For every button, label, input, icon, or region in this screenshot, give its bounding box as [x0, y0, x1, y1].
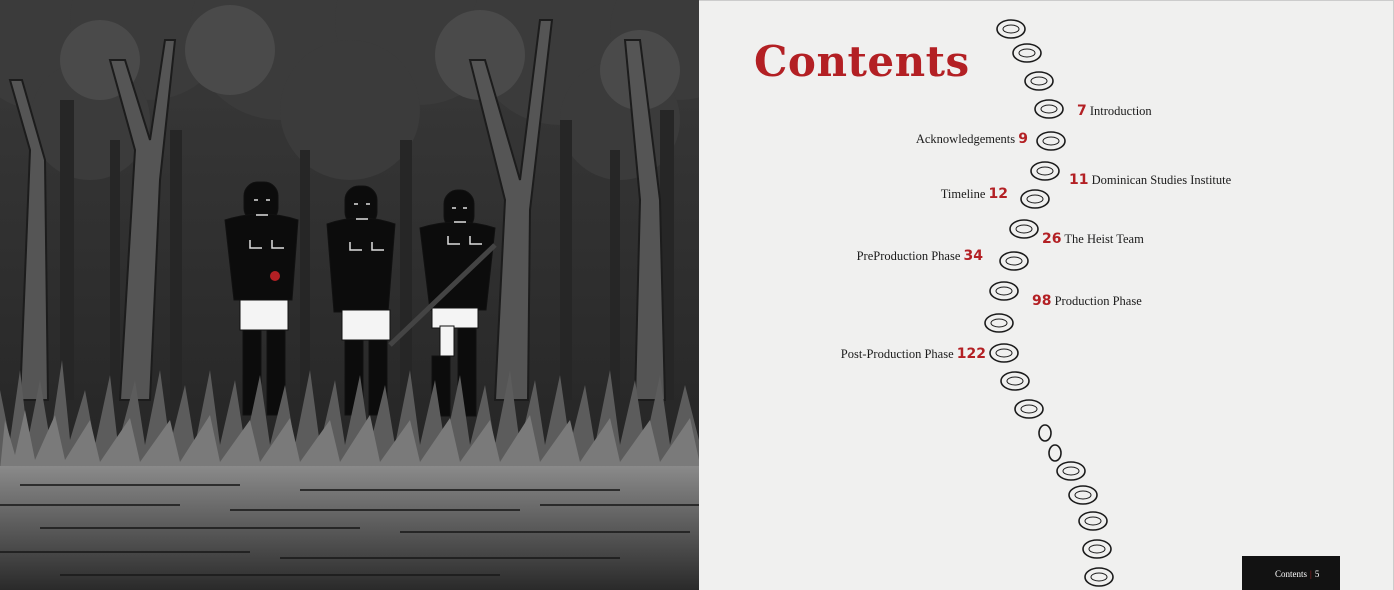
toc-label: Production Phase: [1054, 294, 1142, 308]
page-footer-tab: Contents | 5: [1242, 556, 1340, 590]
toc-page-number: 7: [1077, 103, 1087, 119]
toc-label: Dominican Studies Institute: [1091, 173, 1232, 187]
toc-entry-dominican-studies-institute[interactable]: 11 Dominican Studies Institute: [1069, 172, 1231, 188]
toc-page-number: 9: [1018, 131, 1028, 147]
footer-section-label: Contents: [1275, 569, 1308, 579]
toc-label: PreProduction Phase: [856, 249, 961, 263]
toc-entry-heist-team[interactable]: 26 The Heist Team: [1042, 231, 1144, 247]
toc-label: Timeline: [940, 187, 986, 201]
toc-page-number: 12: [988, 186, 1008, 202]
toc-page-number: 122: [956, 346, 986, 362]
forest-figures-illustration: [0, 0, 699, 590]
toc-label: The Heist Team: [1064, 232, 1144, 246]
toc-entry-timeline[interactable]: Timeline 12: [941, 186, 1008, 202]
toc-entry-introduction[interactable]: 7 Introduction: [1077, 103, 1152, 119]
toc-entry-preproduction-phase[interactable]: PreProduction Phase 34: [857, 248, 983, 264]
toc-page-number: 34: [963, 248, 983, 264]
toc-label: Introduction: [1089, 104, 1152, 118]
toc-entry-acknowledgements[interactable]: Acknowledgements 9: [916, 131, 1028, 147]
footer-page-number: 5: [1314, 569, 1320, 579]
toc-entry-post-production-phase[interactable]: Post-Production Phase 122: [841, 346, 986, 362]
toc-label: Post-Production Phase: [840, 347, 954, 361]
illustration-page: [0, 0, 699, 590]
toc-label: Acknowledgements: [915, 132, 1016, 146]
toc-page-number: 98: [1032, 293, 1052, 309]
toc-page-number: 11: [1069, 172, 1089, 188]
book-spread: Contents 7 Introduction Acknowledgements…: [0, 0, 1394, 590]
toc-page-number: 26: [1042, 231, 1062, 247]
contents-page: Contents 7 Introduction Acknowledgements…: [699, 0, 1394, 590]
contents-title: Contents: [754, 37, 970, 86]
toc-entry-production-phase[interactable]: 98 Production Phase: [1032, 293, 1142, 309]
footer-separator: |: [1310, 569, 1312, 579]
